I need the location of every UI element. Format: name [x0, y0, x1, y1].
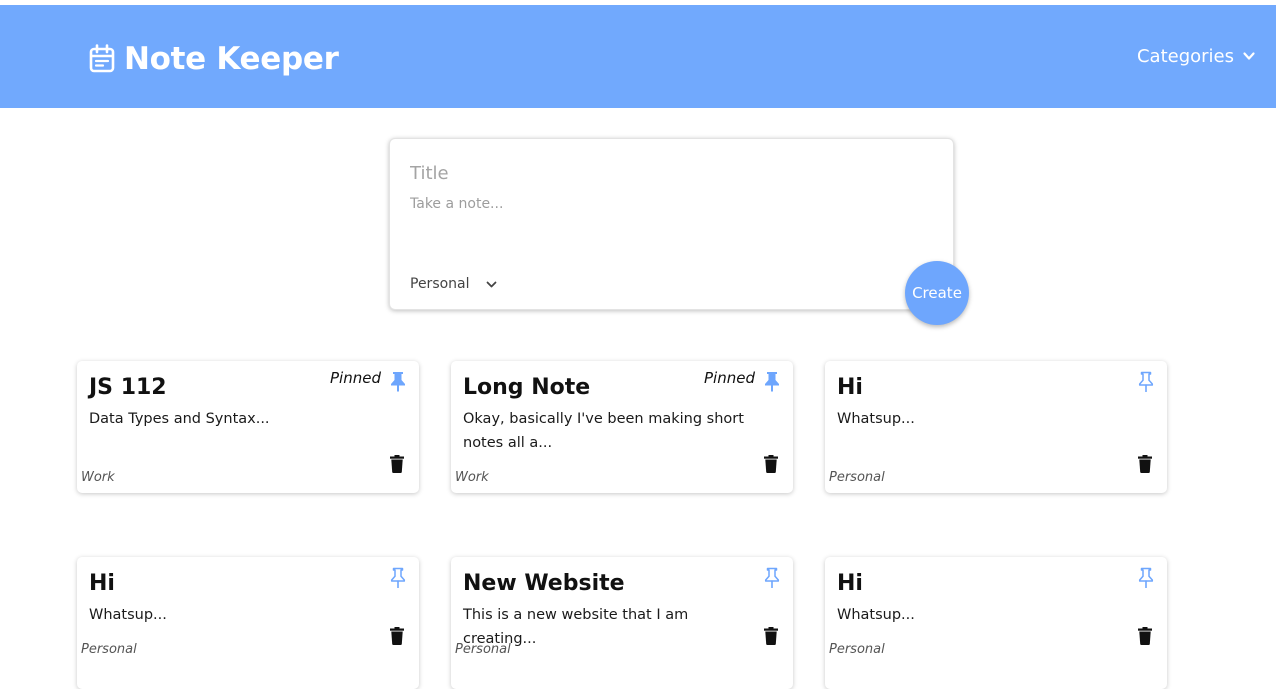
note-body: Data Types and Syntax...	[89, 411, 270, 427]
pin-filled-icon[interactable]	[763, 370, 781, 392]
trash-icon[interactable]	[389, 627, 405, 645]
chevron-down-icon	[1243, 52, 1255, 60]
note-category: Personal	[829, 470, 885, 485]
calendar-note-icon	[89, 44, 115, 73]
trash-icon[interactable]	[1137, 627, 1153, 645]
note-card[interactable]: Long Note Pinned Okay, basically I've be…	[451, 361, 793, 493]
category-select[interactable]: Personal	[410, 273, 497, 295]
pin-outline-icon[interactable]	[763, 566, 781, 588]
create-button[interactable]: Create	[905, 261, 969, 325]
note-title: Hi	[837, 375, 863, 400]
pin-outline-icon[interactable]	[1137, 370, 1155, 392]
categories-dropdown[interactable]: Categories	[1137, 43, 1256, 69]
trash-icon[interactable]	[763, 627, 779, 645]
note-title: Long Note	[463, 375, 591, 400]
note-category: Work	[455, 470, 489, 485]
note-title: JS 112	[89, 375, 167, 400]
pinned-label: Pinned	[330, 369, 381, 387]
note-card[interactable]: Hi Whatsup... Personal	[77, 557, 419, 689]
note-category: Personal	[81, 642, 137, 657]
note-composer: Personal	[389, 138, 954, 310]
pin-outline-icon[interactable]	[389, 566, 407, 588]
note-card[interactable]: Hi Whatsup... Personal	[825, 557, 1167, 689]
note-category: Work	[81, 470, 115, 485]
note-category: Personal	[829, 642, 885, 657]
note-card[interactable]: Hi Whatsup... Personal	[825, 361, 1167, 493]
note-card[interactable]: New Website This is a new website that I…	[451, 557, 793, 689]
trash-icon[interactable]	[389, 455, 405, 473]
note-body: Whatsup...	[837, 411, 915, 427]
app-title: Note Keeper	[124, 41, 339, 77]
note-title: Hi	[837, 571, 863, 596]
note-title: Hi	[89, 571, 115, 596]
pin-outline-icon[interactable]	[1137, 566, 1155, 588]
categories-label: Categories	[1136, 45, 1234, 67]
trash-icon[interactable]	[1137, 455, 1153, 473]
category-select-value: Personal	[410, 276, 470, 292]
brand[interactable]: Note Keeper	[88, 39, 339, 79]
note-body: Whatsup...	[89, 607, 167, 623]
note-input[interactable]	[410, 196, 930, 256]
pinned-label: Pinned	[704, 369, 755, 387]
pin-filled-icon[interactable]	[389, 370, 407, 392]
note-body: Okay, basically I've been making short n…	[463, 411, 744, 451]
note-body: Whatsup...	[837, 607, 915, 623]
chevron-down-icon	[486, 281, 496, 287]
note-title: New Website	[463, 571, 625, 596]
trash-icon[interactable]	[763, 455, 779, 473]
title-input[interactable]	[410, 159, 930, 187]
navbar: Note Keeper Categories	[0, 5, 1276, 108]
note-card[interactable]: JS 112 Pinned Data Types and Syntax... W…	[77, 361, 419, 493]
note-category: Personal	[455, 642, 511, 657]
